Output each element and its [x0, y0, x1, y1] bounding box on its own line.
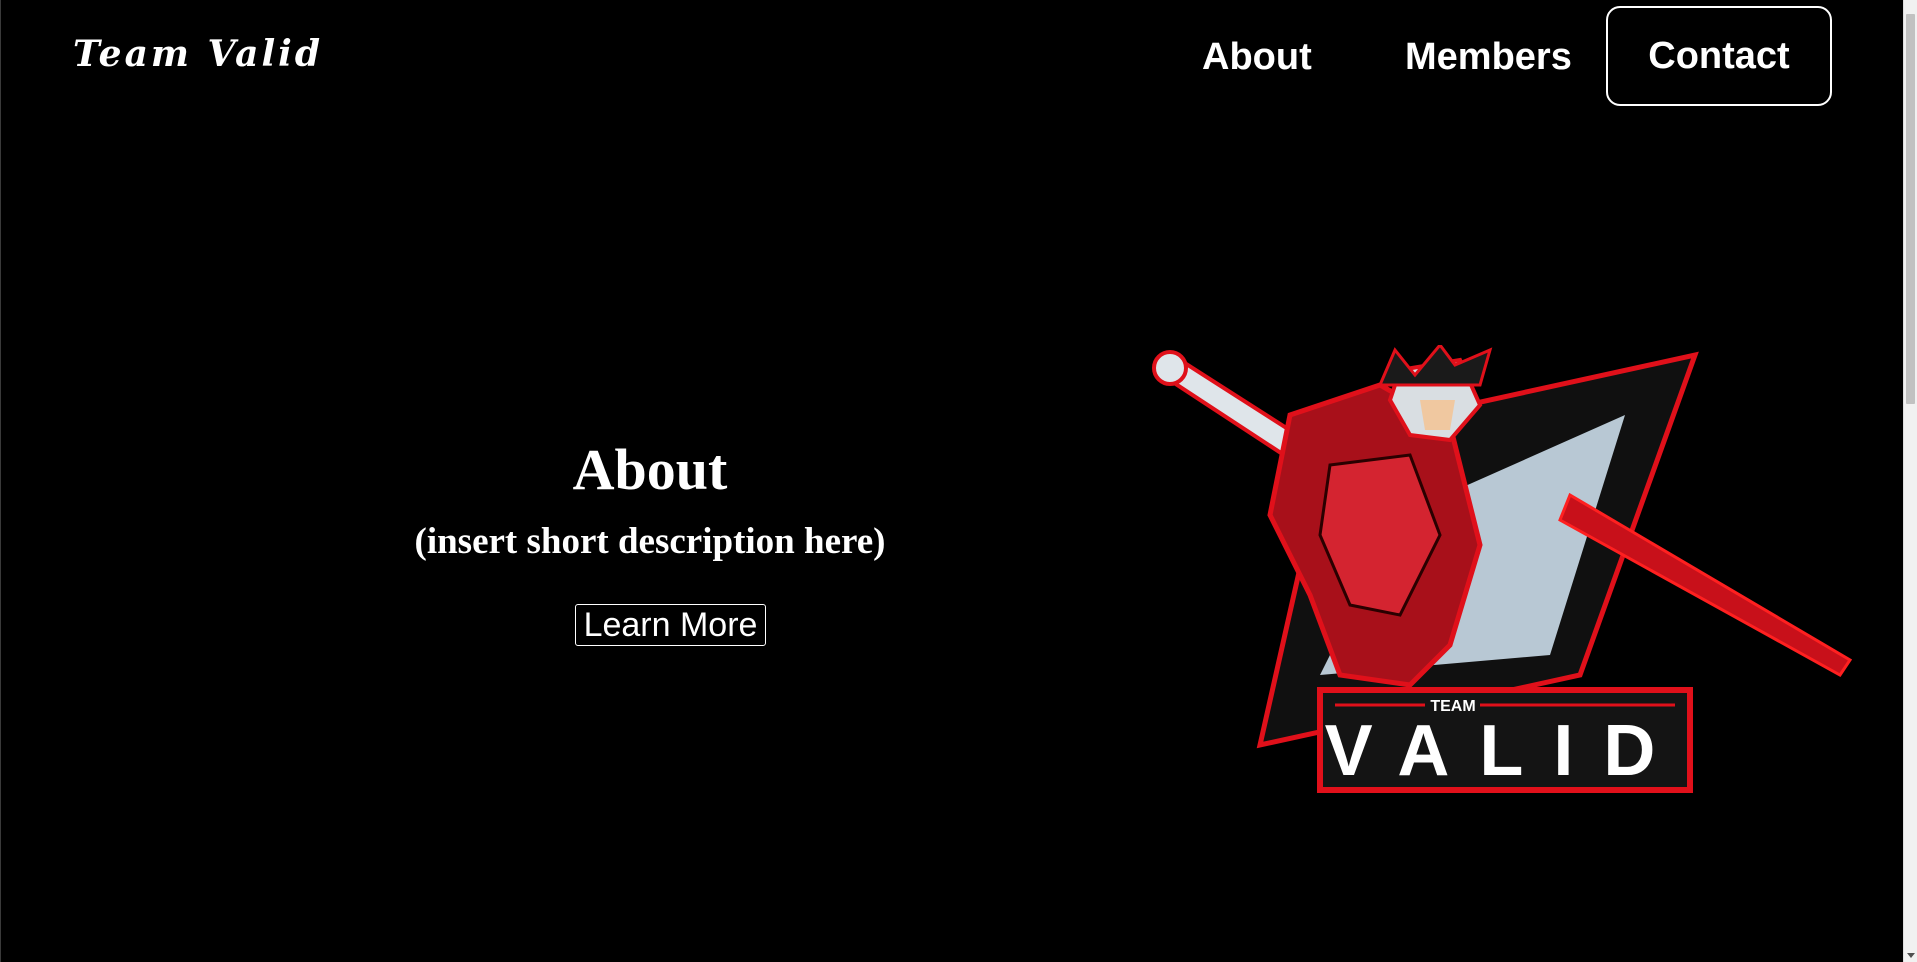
- hero-subtitle: (insert short description here): [414, 521, 886, 562]
- logo-warrior-face: [1420, 400, 1455, 430]
- learn-more-button[interactable]: Learn More: [575, 604, 766, 646]
- logo-banner-big-text: VALID: [1325, 711, 1686, 791]
- nav-members[interactable]: Members: [1405, 35, 1572, 79]
- brand-logo-text[interactable]: Team Valid: [73, 33, 323, 75]
- logo-warrior-spikes: [1377, 345, 1493, 387]
- logo-sword-pommel: [1152, 350, 1188, 386]
- nav-contact-button[interactable]: Contact: [1606, 6, 1832, 106]
- nav-about[interactable]: About: [1202, 35, 1312, 79]
- nav-contact-label: Contact: [1648, 34, 1790, 77]
- team-valid-mascot-logo: TEAM VALID: [1152, 345, 1853, 793]
- scroll-down-arrow-icon[interactable]: [1907, 953, 1915, 958]
- vertical-scrollbar[interactable]: [1903, 0, 1917, 962]
- window-edge: [0, 0, 1, 962]
- hero-title: About: [572, 437, 728, 502]
- scrollbar-thumb[interactable]: [1906, 14, 1915, 404]
